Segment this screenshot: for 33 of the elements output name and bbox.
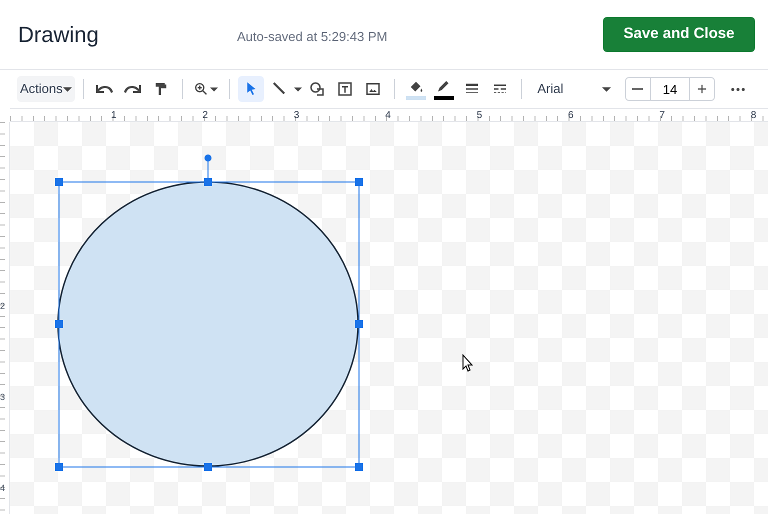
pointer-tool[interactable] (238, 76, 264, 102)
shapes-icon (308, 80, 326, 98)
undo-icon (96, 85, 114, 93)
ruler-number: 3 (294, 109, 300, 123)
image-icon (364, 80, 382, 98)
ruler-number: 1 (111, 109, 117, 123)
caret-icon (210, 86, 218, 92)
caret-icon (294, 86, 302, 92)
ruler-number: 5 (476, 109, 482, 123)
font-size-stepper[interactable]: 14 (624, 77, 715, 101)
line-color-swatch (434, 96, 454, 100)
ruler-number: 8 (750, 109, 756, 123)
fill-color-swatch (406, 96, 426, 100)
dialog-title: Drawing (18, 21, 100, 49)
minus-icon (632, 88, 644, 90)
ruler-number: 4 (0, 484, 6, 493)
ruler-number: 2 (0, 302, 6, 311)
caret-icon (62, 86, 72, 92)
ruler-number: 6 (568, 109, 574, 123)
caret-icon (602, 86, 611, 92)
mouse-cursor-icon (462, 354, 474, 372)
text-box-icon (336, 80, 354, 98)
ruler-number: 3 (0, 393, 6, 402)
save-and-close-button[interactable]: Save and Close (603, 17, 755, 52)
redo-icon (124, 85, 142, 93)
actions-menu[interactable]: Actions (17, 76, 75, 102)
ruler-number: 4 (385, 109, 391, 123)
font-size-field[interactable]: 14 (650, 78, 690, 100)
font-dropdown[interactable]: Arial (529, 76, 619, 102)
autosave-status: Auto-saved at 5:29:43 PM (237, 28, 388, 46)
more-icon (730, 88, 745, 90)
ruler-number: 7 (659, 109, 665, 123)
ruler-number: 2 (202, 109, 208, 123)
